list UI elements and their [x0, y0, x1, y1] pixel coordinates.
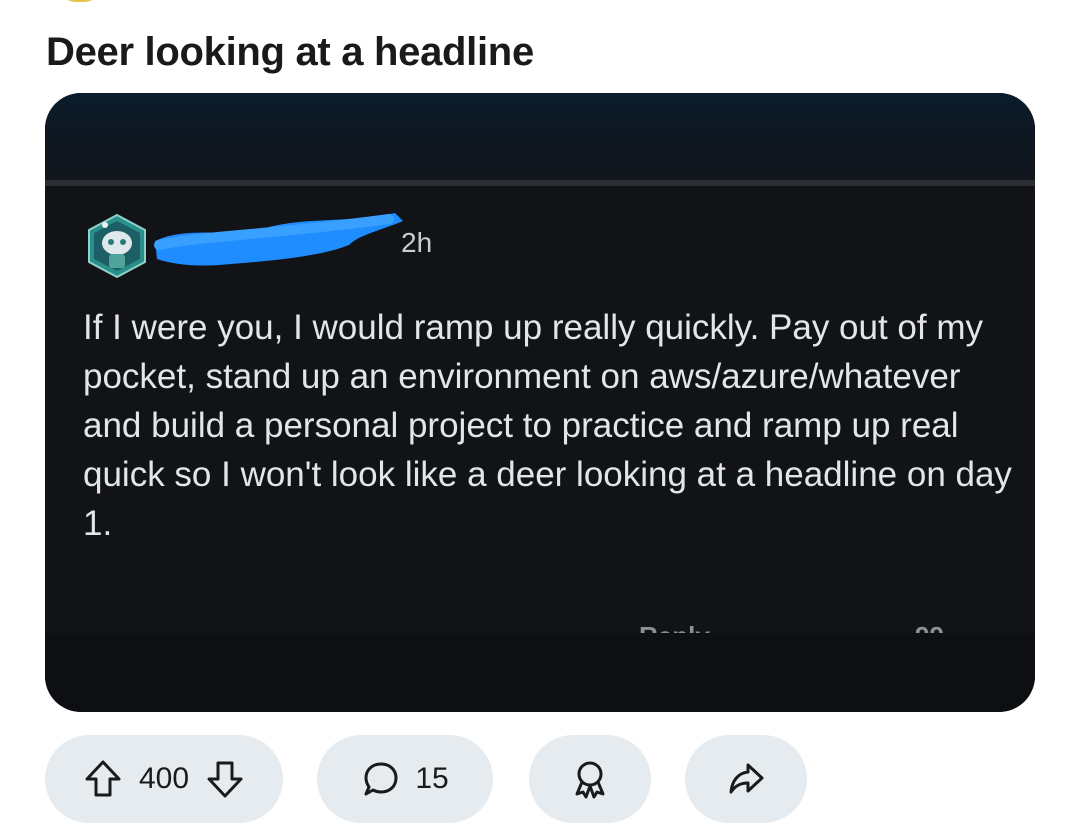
redaction-scribble	[154, 213, 403, 266]
comment-bubble-icon	[361, 759, 401, 799]
comment-body: If I were you, I would ramp up really qu…	[83, 308, 1012, 543]
share-button[interactable]	[685, 735, 807, 823]
award-icon	[570, 758, 610, 800]
post-action-bar: 400 15	[45, 735, 825, 823]
reply-label-cutoff: Reply	[639, 621, 710, 633]
share-arrow-icon	[726, 759, 766, 799]
comment-count: 15	[415, 762, 449, 795]
award-button[interactable]	[529, 735, 651, 823]
upvote-arrow-icon[interactable]	[83, 758, 123, 800]
community-avatar-partial[interactable]	[58, 0, 102, 2]
image-footer-area	[45, 633, 1035, 712]
comment-actions-cutoff: Reply 99	[595, 615, 995, 633]
vote-pill: 400	[45, 735, 283, 823]
post-image[interactable]: 2h If I were you, I would ramp up really…	[45, 93, 1035, 712]
vote-count: 400	[138, 762, 190, 795]
comment-timestamp: 2h	[401, 227, 433, 258]
downvote-arrow-icon[interactable]	[205, 758, 245, 800]
post-title[interactable]: Deer looking at a headline	[46, 30, 534, 75]
image-divider	[45, 180, 1035, 186]
image-header-area	[45, 93, 1035, 185]
comments-button[interactable]: 15	[317, 735, 493, 823]
vote-count-cutoff: 99	[915, 621, 944, 633]
commenter-avatar	[85, 213, 149, 279]
